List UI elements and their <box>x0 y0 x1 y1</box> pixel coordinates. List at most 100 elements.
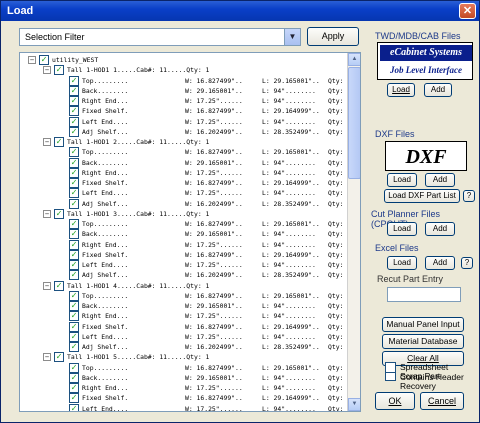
tree-checkbox[interactable]: ✓ <box>54 65 64 76</box>
tree-checkbox[interactable]: ✓ <box>54 280 64 291</box>
tree-root-row[interactable]: − ✓ utility_WEST <box>20 55 348 65</box>
tree-checkbox[interactable]: ✓ <box>69 188 79 199</box>
twd-load-button[interactable]: Load <box>387 83 415 97</box>
cabinet-group-row[interactable]: − ✓ Tall 1-HOD1 1.....Cab#: 11.....Qty: 1 <box>20 65 348 76</box>
scroll-down-button[interactable]: ▼ <box>348 398 360 411</box>
part-row[interactable]: ✓ Left End.... W: 17.25"...... L: 94"......… <box>20 260 351 270</box>
tree-checkbox[interactable]: ✓ <box>69 106 79 117</box>
collapse-icon[interactable]: − <box>43 138 51 146</box>
part-row[interactable]: ✓ Adj Shelf... W: 16.202499".. L: 28.352499… <box>20 270 351 281</box>
tree-checkbox[interactable]: ✓ <box>54 352 64 363</box>
parts-tree[interactable]: − ✓ utility_WEST − ✓ Tall 1-HOD1 1.....Cab#: … <box>19 52 361 412</box>
excel-load-button[interactable]: Load <box>387 256 417 270</box>
part-row[interactable]: ✓ Back........ W: 29.165001".. L: 94"......… <box>20 85 351 96</box>
cutplanner-load-button[interactable]: Load <box>387 222 417 236</box>
part-row[interactable]: ✓ Back........ W: 29.165001".. L: 94"......… <box>20 301 351 311</box>
tree-checkbox[interactable]: ✓ <box>69 342 79 352</box>
part-row[interactable]: ✓ Fixed Shelf. W: 16.827499".. L: 29.164999… <box>20 249 351 260</box>
part-row[interactable]: ✓ Back........ W: 29.165001".. L: 94"......… <box>20 157 351 168</box>
tree-checkbox[interactable]: ✓ <box>69 372 79 383</box>
chevron-down-icon[interactable]: ▼ <box>284 29 300 45</box>
apply-button[interactable]: Apply <box>307 27 359 46</box>
tree-checkbox[interactable]: ✓ <box>69 383 79 393</box>
tree-checkbox[interactable]: ✓ <box>69 219 79 229</box>
scroll-up-button[interactable]: ▲ <box>348 53 360 66</box>
manual-panel-input-button[interactable]: Manual Panel Input <box>382 317 464 332</box>
tree-checkbox[interactable]: ✓ <box>69 249 79 260</box>
part-row[interactable]: ✓ Left End.... W: 17.25"...... L: 94"......… <box>20 403 351 411</box>
vertical-scrollbar[interactable]: ▲ ▼ <box>347 53 360 411</box>
tree-checkbox[interactable]: ✓ <box>69 85 79 96</box>
tree-checkbox[interactable]: ✓ <box>69 393 79 404</box>
tree-checkbox[interactable]: ✓ <box>69 290 79 301</box>
part-row[interactable]: ✓ Adj Shelf... W: 16.202499".. L: 28.352499… <box>20 342 351 352</box>
tree-checkbox[interactable]: ✓ <box>69 75 79 86</box>
collapse-icon[interactable]: − <box>43 353 51 362</box>
collapse-icon[interactable]: − <box>43 66 51 75</box>
ok-button[interactable]: OK <box>375 392 415 410</box>
part-row[interactable]: ✓ Adj Shelf... W: 16.202499".. L: 28.352499… <box>20 126 351 137</box>
part-row[interactable]: ✓ Fixed Shelf. W: 16.827499".. L: 29.164999… <box>20 106 351 117</box>
dxf-add-button[interactable]: Add <box>425 173 455 187</box>
part-row[interactable]: ✓ Top......... W: 16.827499".. L: 29.165001… <box>20 290 351 301</box>
part-row[interactable]: ✓ Adj Shelf... W: 16.202499".. L: 28.352499… <box>20 198 351 209</box>
title-bar[interactable]: Load ✕ <box>1 1 479 21</box>
part-row[interactable]: ✓ Right End... W: 17.25"...... L: 94"......… <box>20 311 351 322</box>
excel-help-button[interactable]: ? <box>461 257 473 269</box>
cutplanner-add-button[interactable]: Add <box>425 222 455 236</box>
scrollbar-thumb[interactable] <box>348 67 360 179</box>
tree-checkbox[interactable]: ✓ <box>69 96 79 106</box>
tree-checkbox[interactable]: ✓ <box>69 157 79 168</box>
part-row[interactable]: ✓ Right End... W: 17.25"...... L: 94"......… <box>20 239 351 250</box>
part-row[interactable]: ✓ Left End.... W: 17.25"...... L: 94"......… <box>20 188 351 199</box>
tree-checkbox[interactable]: ✓ <box>69 116 79 127</box>
spreadsheet-header-checkbox[interactable] <box>385 362 396 373</box>
collapse-icon[interactable]: − <box>43 281 51 290</box>
tree-checkbox[interactable]: ✓ <box>69 229 79 240</box>
tree-checkbox[interactable]: ✓ <box>39 55 49 65</box>
close-button[interactable]: ✕ <box>459 3 476 19</box>
cabinet-group-row[interactable]: − ✓ Tall 1-HOD1 2.....Cab#: 11.....Qty: 1 <box>20 137 348 147</box>
collapse-icon[interactable]: − <box>43 209 51 218</box>
twd-add-button[interactable]: Add <box>424 83 452 97</box>
part-row[interactable]: ✓ Top......... W: 16.827499".. L: 29.165001… <box>20 219 351 229</box>
tree-checkbox[interactable]: ✓ <box>69 126 79 137</box>
part-row[interactable]: ✓ Back........ W: 29.165001".. L: 94"......… <box>20 372 351 383</box>
part-row[interactable]: ✓ Top......... W: 16.827499".. L: 29.165001… <box>20 362 351 373</box>
material-database-button[interactable]: Material Database <box>382 334 464 349</box>
cabinet-group-row[interactable]: − ✓ Tall 1-HOD1 5.....Cab#: 11.....Qty: 1 <box>20 352 348 363</box>
cabinet-group-row[interactable]: − ✓ Tall 1-HOD1 3.....Cab#: 11.....Qty: 1 <box>20 208 348 219</box>
tree-checkbox[interactable]: ✓ <box>69 321 79 332</box>
tree-checkbox[interactable]: ✓ <box>69 270 79 281</box>
tree-checkbox[interactable]: ✓ <box>69 147 79 158</box>
tree-checkbox[interactable]: ✓ <box>69 178 79 188</box>
part-row[interactable]: ✓ Right End... W: 17.25"...... L: 94"......… <box>20 167 351 178</box>
collapse-icon[interactable]: − <box>28 56 36 64</box>
tree-checkbox[interactable]: ✓ <box>69 362 79 373</box>
part-row[interactable]: ✓ Top......... W: 16.827499".. L: 29.165001… <box>20 147 351 158</box>
tree-checkbox[interactable]: ✓ <box>54 137 64 147</box>
tree-checkbox[interactable]: ✓ <box>69 239 79 250</box>
part-row[interactable]: ✓ Right End... W: 17.25"...... L: 94"......… <box>20 383 351 393</box>
tree-checkbox[interactable]: ✓ <box>69 331 79 342</box>
cabinet-group-row[interactable]: − ✓ Tall 1-HOD1 4.....Cab#: 11.....Qty: 1 <box>20 280 348 291</box>
part-row[interactable]: ✓ Fixed Shelf. W: 16.827499".. L: 29.164999… <box>20 178 351 188</box>
tree-checkbox[interactable]: ✓ <box>54 208 64 219</box>
part-row[interactable]: ✓ Back........ W: 29.165001".. L: 94"......… <box>20 229 351 240</box>
recut-part-entry-field[interactable] <box>387 287 461 302</box>
part-row[interactable]: ✓ Fixed Shelf. W: 16.827499".. L: 29.164999… <box>20 393 351 404</box>
excel-add-button[interactable]: Add <box>425 256 455 270</box>
tree-checkbox[interactable]: ✓ <box>69 403 79 411</box>
dxf-load-button[interactable]: Load <box>387 173 417 187</box>
part-row[interactable]: ✓ Right End... W: 17.25"...... L: 94"......… <box>20 96 351 106</box>
part-row[interactable]: ✓ Left End.... W: 17.25"...... L: 94"......… <box>20 116 351 127</box>
tree-checkbox[interactable]: ✓ <box>69 167 79 178</box>
tree-checkbox[interactable]: ✓ <box>69 198 79 209</box>
tree-checkbox[interactable]: ✓ <box>69 311 79 322</box>
load-dxf-part-list-button[interactable]: Load DXF Part List <box>384 189 460 203</box>
selection-filter-dropdown[interactable]: Selection Filter ▼ <box>19 28 301 46</box>
dxf-help-button[interactable]: ? <box>463 190 475 202</box>
part-row[interactable]: ✓ Fixed Shelf. W: 16.827499".. L: 29.164999… <box>20 321 351 332</box>
part-row[interactable]: ✓ Left End.... W: 17.25"...... L: 94"......… <box>20 331 351 342</box>
tree-checkbox[interactable]: ✓ <box>69 301 79 311</box>
